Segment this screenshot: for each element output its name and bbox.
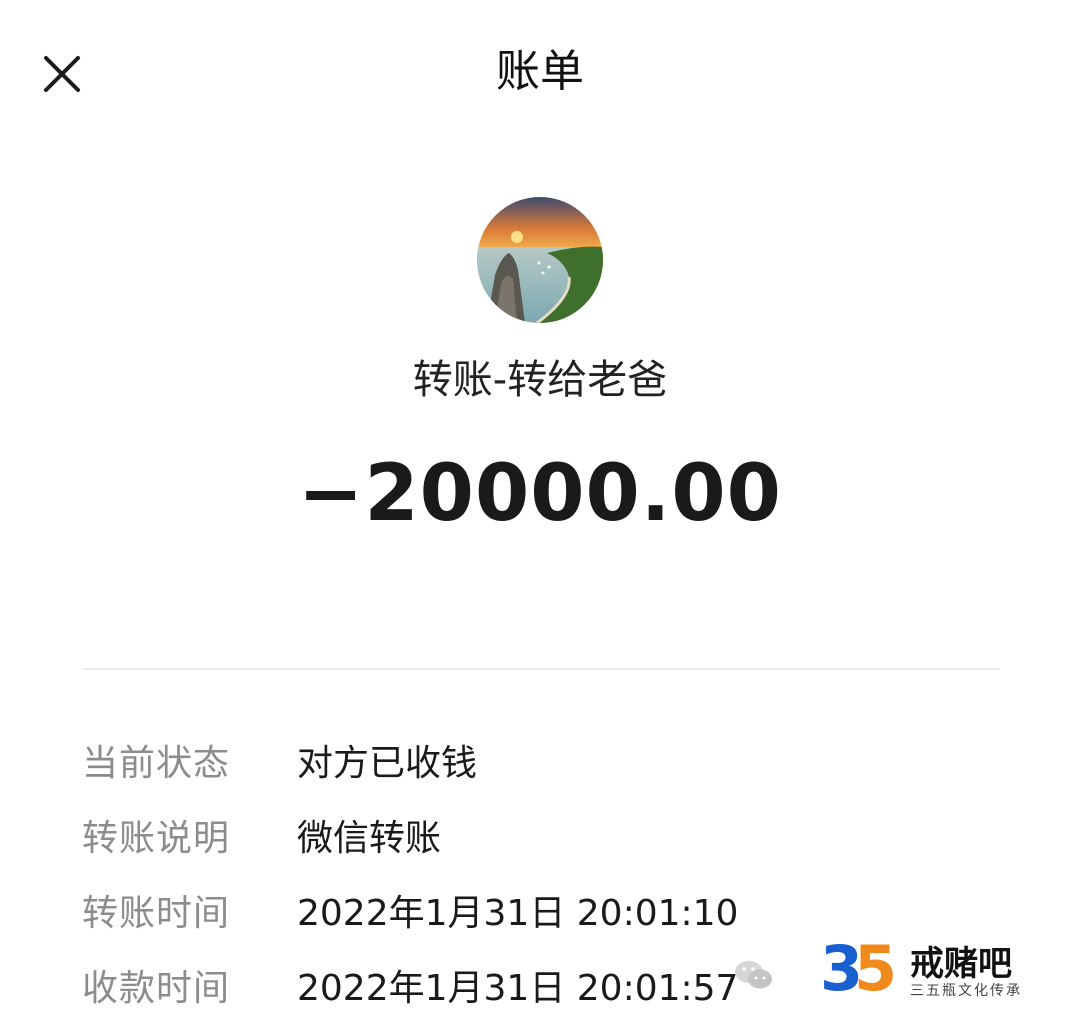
- wechat-icon: [735, 961, 772, 989]
- detail-value: 2022年1月31日 20:01:10: [297, 893, 739, 934]
- detail-row-status: 当前状态 对方已收钱: [82, 734, 1000, 809]
- detail-value: 对方已收钱: [297, 743, 478, 784]
- transfer-title: 转账-转给老爸: [412, 357, 668, 403]
- detail-label: 收款时间: [82, 968, 231, 1009]
- svg-text:5: 5: [854, 934, 897, 1000]
- brand-logo: 3 5: [820, 934, 897, 1000]
- detail-value: 微信转账: [297, 818, 442, 859]
- avatar: [477, 197, 603, 323]
- detail-row-description: 转账说明 微信转账: [82, 809, 1000, 884]
- divider: [82, 668, 1000, 670]
- watermark: 3 5 戒赌吧 三五瓶文化传承: [730, 928, 1070, 1008]
- detail-value: 2022年1月31日 20:01:57: [297, 968, 739, 1009]
- watermark-subtitle: 三五瓶文化传承: [910, 983, 1022, 999]
- detail-label: 转账时间: [82, 893, 231, 934]
- transfer-amount: −20000.00: [298, 449, 782, 539]
- detail-label: 转账说明: [82, 818, 231, 859]
- page-title: 账单: [496, 46, 584, 97]
- avatar-landscape-photo: [477, 197, 603, 323]
- watermark-name: 戒赌吧: [910, 944, 1012, 984]
- detail-label: 当前状态: [82, 743, 231, 784]
